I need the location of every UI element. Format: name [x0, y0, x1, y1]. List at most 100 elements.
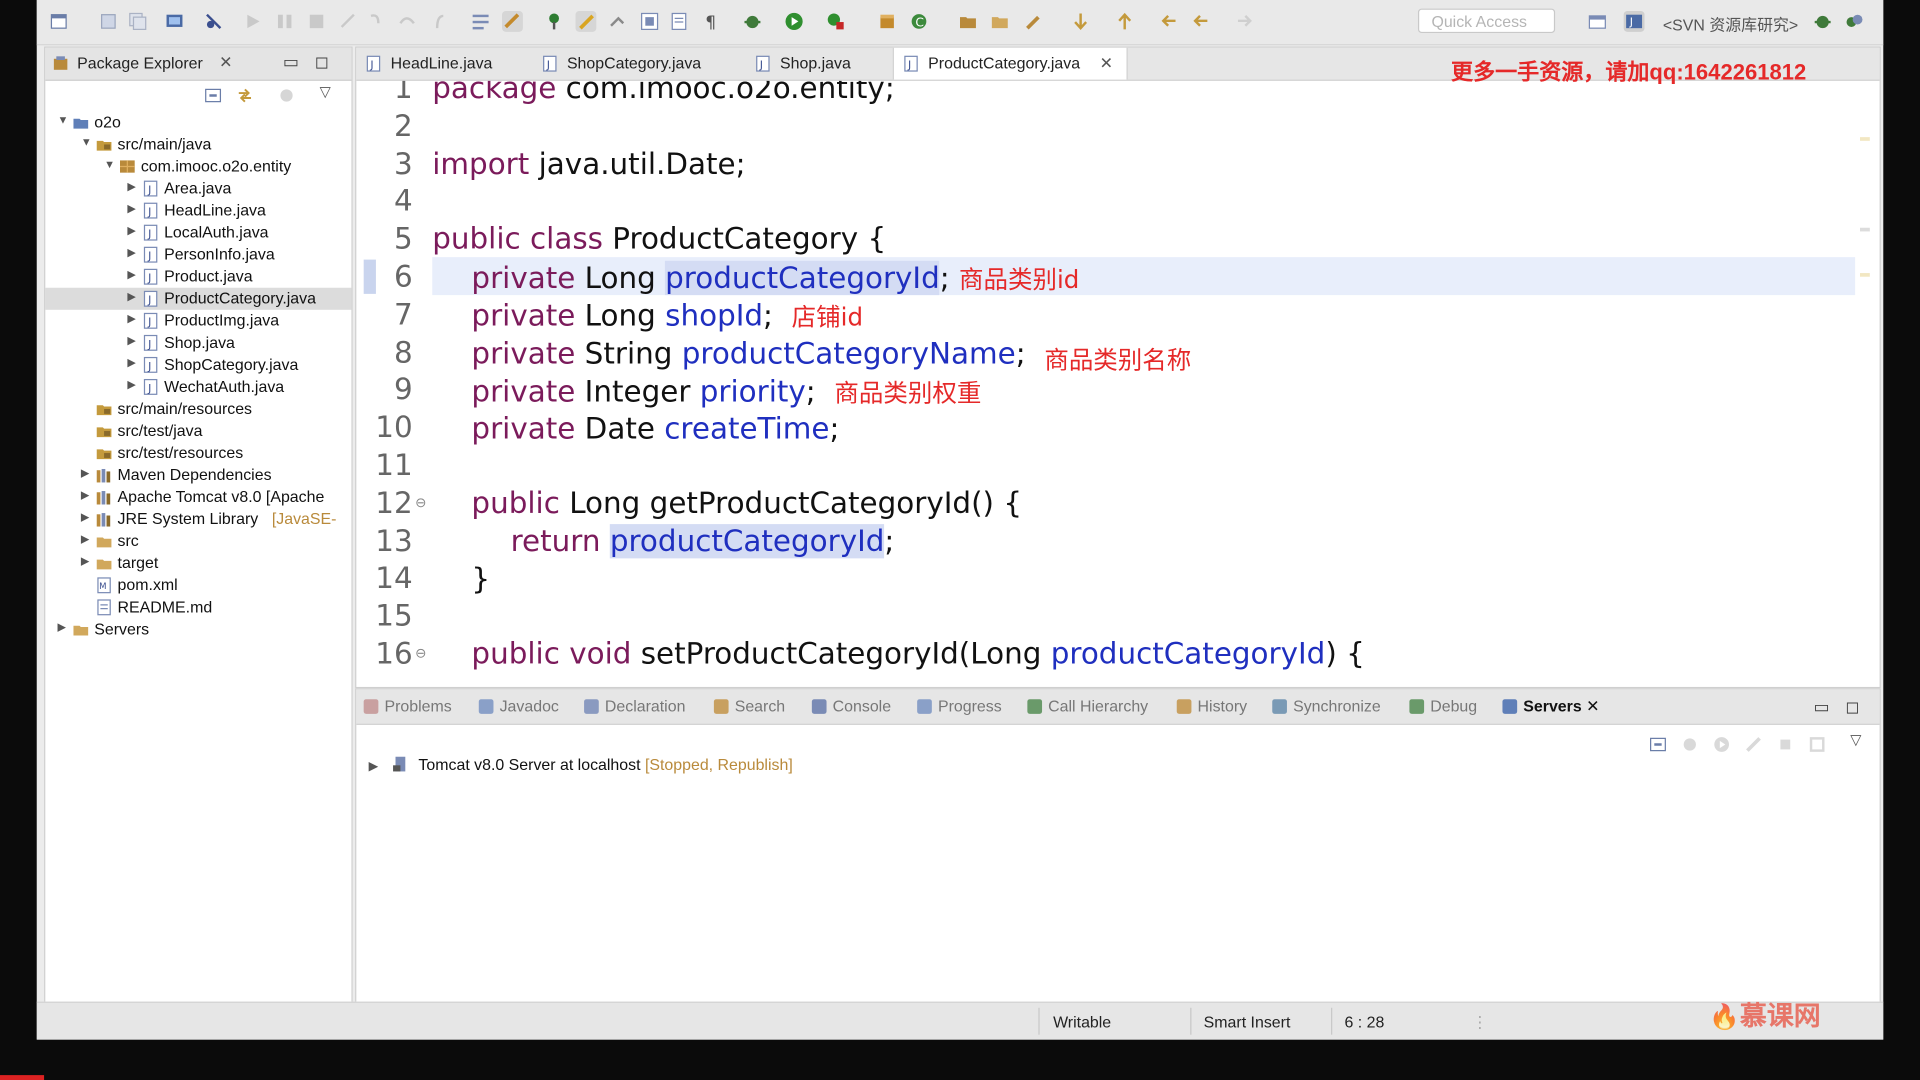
- bottom-tab[interactable]: Call Hierarchy: [1027, 697, 1148, 715]
- annotation-icon[interactable]: [607, 11, 628, 32]
- tree-item[interactable]: Mpom.xml: [45, 574, 351, 596]
- start-server-debug-icon[interactable]: [1681, 736, 1698, 753]
- bottom-tab[interactable]: Servers ✕: [1502, 697, 1599, 717]
- show-whitespace-icon[interactable]: ¶: [700, 11, 721, 32]
- last-edit-icon[interactable]: [1158, 11, 1179, 32]
- collapsed-arrow-icon[interactable]: ▶: [127, 180, 139, 193]
- publish-server-icon[interactable]: [1809, 736, 1826, 753]
- view-menu-icon[interactable]: ▽: [1850, 731, 1861, 748]
- tree-item[interactable]: src/test/java: [45, 420, 351, 442]
- collapsed-arrow-icon[interactable]: ▶: [127, 202, 139, 215]
- tree-item[interactable]: ▶ J ProductImg.java: [45, 310, 351, 332]
- fold-toggle-icon[interactable]: ⊖: [415, 495, 426, 511]
- tree-item[interactable]: ▶ src: [45, 530, 351, 552]
- tree-item[interactable]: ▶ Servers: [45, 618, 351, 640]
- collapsed-arrow-icon[interactable]: ▶: [127, 246, 139, 259]
- expanded-arrow-icon[interactable]: ▼: [104, 158, 116, 170]
- forward-icon[interactable]: [1234, 11, 1255, 32]
- back-icon[interactable]: [1190, 11, 1211, 32]
- collapsed-arrow-icon[interactable]: ▶: [127, 290, 139, 303]
- tree-item[interactable]: ▶ JRE System Library [JavaSE-: [45, 508, 351, 530]
- bottom-tab[interactable]: History: [1176, 697, 1247, 715]
- collapsed-arrow-icon[interactable]: ▶: [58, 621, 70, 634]
- maximize-icon[interactable]: ◻: [315, 51, 329, 72]
- bottom-tab[interactable]: Search: [713, 697, 785, 715]
- previous-annotation-icon[interactable]: [1114, 11, 1135, 32]
- code-area[interactable]: 1 2 3 4 5 6 7 8 9 10 11 12 13 14 15 16 package com.imoo…: [356, 81, 1879, 687]
- java-perspective-icon[interactable]: J: [1623, 11, 1645, 32]
- editor-tab[interactable]: J ShopCategory.java: [533, 48, 741, 80]
- open-task-icon[interactable]: [669, 11, 690, 32]
- collapsed-arrow-icon[interactable]: ▶: [127, 312, 139, 325]
- search-tool-icon[interactable]: [1024, 11, 1045, 32]
- expand-arrow-icon[interactable]: ▶: [369, 760, 378, 773]
- terminal-icon[interactable]: [164, 11, 185, 32]
- tree-item[interactable]: ▶ J Area.java: [45, 178, 351, 200]
- step-into-icon[interactable]: [367, 11, 388, 32]
- open-type-icon[interactable]: [639, 11, 660, 32]
- collapsed-arrow-icon[interactable]: ▶: [127, 268, 139, 281]
- step-return-icon[interactable]: [426, 11, 447, 32]
- fold-toggle-icon[interactable]: ⊖: [415, 645, 426, 662]
- tree-item[interactable]: src/test/resources: [45, 442, 351, 464]
- debug-run-icon[interactable]: [742, 11, 763, 32]
- package-explorer-tab[interactable]: Package Explorer ✕ ▭ ◻: [45, 47, 352, 81]
- bottom-tab[interactable]: Progress: [917, 697, 1002, 715]
- tree-item[interactable]: ▶ Maven Dependencies: [45, 464, 351, 486]
- profile-server-icon[interactable]: [1745, 736, 1762, 753]
- collapsed-arrow-icon[interactable]: ▶: [127, 224, 139, 237]
- bottom-tab[interactable]: Javadoc: [478, 697, 559, 715]
- tree-item[interactable]: ▶ J ProductCategory.java: [45, 287, 352, 310]
- open-perspective-icon[interactable]: [1587, 11, 1608, 32]
- bottom-tab[interactable]: Console: [811, 697, 891, 715]
- new-java-class-icon[interactable]: C: [909, 11, 930, 32]
- save-icon[interactable]: [98, 11, 119, 32]
- skip-breakpoints-icon[interactable]: [203, 11, 224, 32]
- close-tab-icon[interactable]: ✕: [1100, 48, 1113, 80]
- view-menu-icon[interactable]: ▽: [320, 83, 331, 100]
- run-icon[interactable]: [784, 11, 805, 32]
- quick-access-input[interactable]: Quick Access: [1417, 8, 1556, 34]
- tree-item[interactable]: ▶ target: [45, 552, 351, 574]
- minimize-icon[interactable]: ▭: [283, 51, 299, 72]
- tree-item[interactable]: ▶ J Product.java: [45, 266, 351, 288]
- tree-item[interactable]: ▶ J HeadLine.java: [45, 200, 351, 222]
- focus-icon[interactable]: [278, 87, 295, 104]
- pen-icon[interactable]: [575, 11, 597, 32]
- expanded-arrow-icon[interactable]: ▼: [81, 136, 93, 148]
- collapsed-arrow-icon[interactable]: ▶: [81, 555, 93, 568]
- debug-perspective-icon[interactable]: [1812, 11, 1833, 32]
- collapsed-arrow-icon[interactable]: ▶: [127, 334, 139, 347]
- toggle-mark-icon[interactable]: [470, 11, 491, 32]
- tree-item[interactable]: ▶ J LocalAuth.java: [45, 222, 351, 244]
- collapsed-arrow-icon[interactable]: ▶: [127, 356, 139, 369]
- maximize-icon[interactable]: ◻: [1845, 697, 1859, 718]
- collapse-all-icon[interactable]: [1649, 736, 1666, 753]
- editor-tab[interactable]: J Shop.java: [746, 48, 888, 80]
- bottom-tab[interactable]: Declaration: [584, 697, 685, 715]
- tree-item[interactable]: ▼ o2o: [45, 111, 351, 133]
- stop-server-icon[interactable]: [1777, 736, 1794, 753]
- close-tab-icon[interactable]: ✕: [1582, 697, 1599, 715]
- new-java-package-icon[interactable]: [877, 11, 898, 32]
- tree-item[interactable]: ▶ J Shop.java: [45, 332, 351, 354]
- svn-perspective-label[interactable]: <SVN 资源库研究>: [1663, 12, 1798, 35]
- step-over-icon[interactable]: [397, 11, 418, 32]
- expanded-arrow-icon[interactable]: ▼: [58, 114, 70, 126]
- collapsed-arrow-icon[interactable]: ▶: [81, 489, 93, 502]
- bottom-tab[interactable]: Problems: [363, 697, 452, 715]
- editor-tab[interactable]: J ProductCategory.java ✕: [892, 47, 1128, 80]
- bottom-tab[interactable]: Synchronize: [1272, 697, 1381, 715]
- collapsed-arrow-icon[interactable]: ▶: [81, 511, 93, 524]
- new-icon[interactable]: [49, 11, 70, 32]
- tree-item[interactable]: README.md: [45, 596, 351, 618]
- server-entry[interactable]: ▶ Tomcat v8.0 Server at localhost [Stopp…: [369, 756, 793, 774]
- tree-item[interactable]: ▶ J WechatAuth.java: [45, 376, 351, 398]
- team-perspective-icon[interactable]: [1844, 11, 1865, 32]
- tree-item[interactable]: ▼ com.imooc.o2o.entity: [45, 156, 351, 178]
- save-all-icon[interactable]: [127, 11, 148, 32]
- disconnect-icon[interactable]: [338, 11, 359, 32]
- collapsed-arrow-icon[interactable]: ▶: [81, 533, 93, 546]
- collapsed-arrow-icon[interactable]: ▶: [81, 467, 93, 480]
- next-annotation-icon[interactable]: [1070, 11, 1091, 32]
